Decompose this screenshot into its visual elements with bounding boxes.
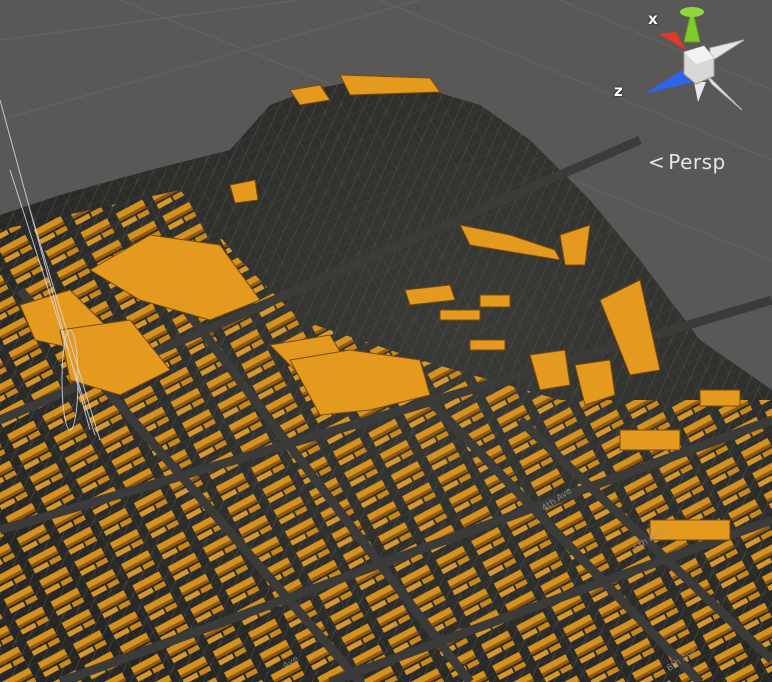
neg-y-cone-icon [694, 82, 706, 102]
z-axis-label[interactable]: z [614, 82, 623, 100]
x-axis-label[interactable]: x [648, 10, 658, 28]
perspective-label[interactable]: Persp [668, 150, 726, 174]
perspective-toggle[interactable]: < Persp [648, 150, 726, 174]
scene-orientation-gizmo[interactable]: x z [614, 2, 764, 127]
scene-viewport[interactable]: Ave 4th Ave 5th Ave 6th Ave x z < Persp [0, 0, 772, 682]
back-chevron-icon: < [648, 150, 666, 174]
neg-x-cone-icon [709, 39, 745, 63]
x-axis-cone-icon [659, 32, 686, 50]
